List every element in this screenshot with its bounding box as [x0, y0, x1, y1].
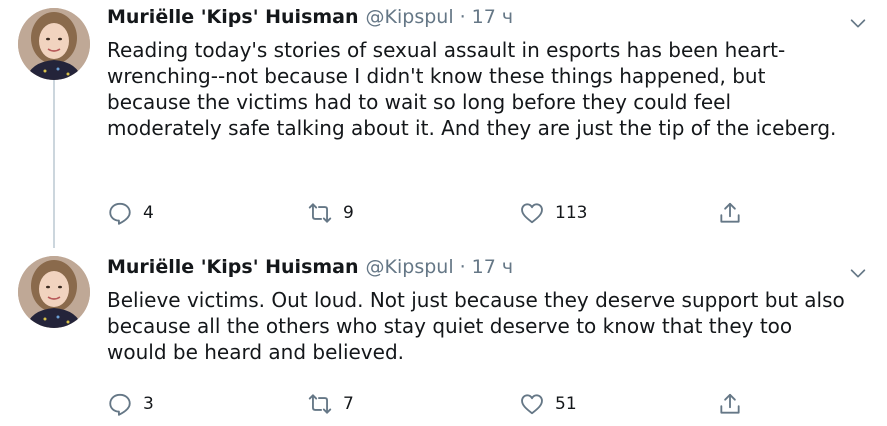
separator-dot: · — [459, 6, 466, 28]
share-icon — [720, 393, 740, 414]
heart-icon — [521, 394, 543, 415]
share-button[interactable] — [717, 199, 743, 227]
share-button[interactable] — [717, 390, 743, 418]
heart-icon — [521, 203, 543, 224]
tweet-header: Muriëlle 'Kips' Huisman @Kipspul · 17 ч — [107, 6, 513, 36]
timestamp-link[interactable]: 17 ч — [472, 6, 513, 28]
reply-button[interactable]: 4 — [107, 199, 154, 227]
author-name[interactable]: Muriëlle 'Kips' Huisman — [107, 256, 359, 278]
avatar[interactable] — [18, 8, 90, 80]
tweet[interactable]: Muriëlle 'Kips' Huisman @Kipspul · 17 ч … — [0, 256, 887, 426]
tweet-text: Believe victims. Out loud. Not just beca… — [107, 288, 845, 364]
chevron-down-icon[interactable] — [847, 12, 869, 34]
reply-icon — [109, 393, 131, 416]
tweet[interactable]: Muriëlle 'Kips' Huisman @Kipspul · 17 ч … — [0, 6, 887, 236]
tweet-actions: 4 9 113 — [107, 199, 747, 227]
like-count: 51 — [555, 394, 577, 414]
retweet-icon — [308, 394, 332, 414]
chevron-down-icon[interactable] — [847, 262, 869, 284]
like-count: 113 — [555, 203, 588, 223]
author-handle[interactable]: @Kipspul — [366, 256, 454, 278]
timestamp-link[interactable]: 17 ч — [472, 256, 513, 278]
like-button[interactable]: 51 — [519, 390, 577, 418]
retweet-icon — [308, 203, 332, 223]
reply-count: 3 — [143, 394, 154, 414]
retweet-count: 9 — [343, 203, 354, 223]
tweet-actions: 3 7 51 — [107, 390, 747, 418]
author-name[interactable]: Muriëlle 'Kips' Huisman — [107, 6, 359, 28]
retweet-count: 7 — [343, 394, 354, 414]
separator-dot: · — [459, 256, 466, 278]
share-icon — [720, 202, 740, 223]
avatar-image — [18, 8, 90, 80]
reply-button[interactable]: 3 — [107, 390, 154, 418]
retweet-button[interactable]: 9 — [307, 199, 354, 227]
reply-icon — [109, 202, 131, 225]
like-button[interactable]: 113 — [519, 199, 587, 227]
reply-count: 4 — [143, 203, 154, 223]
avatar[interactable] — [18, 256, 90, 328]
retweet-button[interactable]: 7 — [307, 390, 354, 418]
tweet-text: Reading today's stories of sexual assaul… — [107, 38, 837, 140]
tweet-header: Muriëlle 'Kips' Huisman @Kipspul · 17 ч — [107, 256, 513, 286]
author-handle[interactable]: @Kipspul — [366, 6, 454, 28]
avatar-image — [18, 256, 90, 328]
